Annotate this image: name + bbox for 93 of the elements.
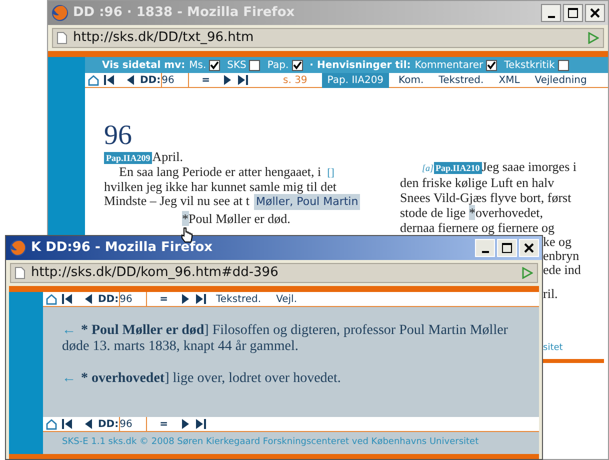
comment-marker[interactable]: * — [182, 211, 188, 226]
text-line: overhovedet, — [475, 205, 543, 220]
minimize-button[interactable] — [541, 4, 561, 22]
text-line: Snees Vild-Gjæs flyve bort, først — [400, 191, 572, 205]
browser-logo-icon — [9, 239, 27, 257]
first-page-icon[interactable] — [62, 294, 72, 304]
text-line: ril. — [543, 286, 558, 301]
maximize-icon — [502, 243, 512, 253]
nav-link[interactable]: XML — [494, 72, 525, 88]
lemma-link[interactable]: * Poul Møller er død — [81, 323, 204, 338]
minimize-icon — [482, 250, 488, 252]
home-icon[interactable] — [88, 74, 99, 86]
reference-tag[interactable]: Pap.IIA209 — [104, 152, 152, 164]
next-icon[interactable] — [181, 294, 191, 304]
comment-text: ← * Poul Møller er død] Filosoffen og digteren, professor Poul Martin Møller døde 13. marts 1838, knapt 44 år gammel. — [62, 323, 509, 355]
equals-link[interactable]: = — [160, 416, 168, 432]
first-page-icon[interactable] — [62, 419, 72, 429]
address-field[interactable]: http://sks.dk/DD/kom_96.htm#dd-396 — [10, 263, 538, 283]
lemma-link[interactable]: * overhovedet — [81, 371, 165, 386]
page-number-field[interactable]: 96 — [118, 292, 147, 306]
text-line: Mindste – Jeg vil nu see at t — [104, 193, 250, 208]
nav-label: DD: — [98, 418, 119, 432]
text-line: den friske kølige Luft en halv — [400, 176, 554, 190]
page-reference: s. 39 — [283, 74, 308, 88]
checkbox[interactable] — [558, 60, 569, 70]
tooltip: Møller, Poul Martin — [254, 194, 360, 210]
footer-text: sitet — [543, 343, 563, 353]
text-line: hvilken jeg ikke har kunnet samle mig til det — [104, 179, 337, 194]
checkbox[interactable] — [292, 60, 303, 70]
previous-icon[interactable] — [125, 75, 135, 85]
option-label: Tekstkritik — [504, 58, 555, 72]
home-icon[interactable] — [46, 418, 57, 430]
option-label: Ms. — [189, 58, 206, 72]
last-page-icon[interactable] — [196, 294, 206, 304]
note-link[interactable]: [a] — [422, 163, 434, 173]
browser-logo-icon — [51, 4, 69, 22]
text-line: En saa lang Periode er atter hengaaet, i — [119, 164, 322, 179]
nav-link[interactable]: Tekstred. — [211, 292, 266, 306]
comment-marker[interactable]: * — [468, 205, 476, 220]
option-label: SKS — [227, 58, 246, 72]
close-icon — [524, 243, 534, 253]
text-line: Jeg saae imorges i — [482, 159, 576, 174]
previous-icon[interactable] — [83, 294, 93, 304]
window-title: DD :96 · 1838 - Mozilla Firefox — [73, 4, 296, 22]
nav-link[interactable]: Vejl. — [271, 292, 302, 306]
text-line: Poul Møller er død. — [188, 211, 290, 226]
previous-icon[interactable] — [83, 419, 93, 429]
close-button[interactable] — [585, 4, 605, 22]
nav-link[interactable]: Tekstred. — [434, 72, 489, 88]
text-line: ke og — [543, 234, 572, 249]
close-icon — [590, 8, 600, 18]
nav-link[interactable]: Kom. — [394, 72, 429, 88]
pages-label: Vis sidetal mv: — [102, 58, 186, 72]
checkbox[interactable] — [249, 60, 260, 70]
hand-cursor-icon — [181, 227, 193, 243]
footer-text: SKS-E 1.1 sks.dk © 2008 Søren Kierkegaard Forskningscenteret ved Københavns Universitet — [62, 436, 479, 450]
option-label: Kommentarer — [414, 58, 484, 72]
entry-heading: April. — [152, 149, 183, 164]
last-page-icon[interactable] — [238, 75, 248, 85]
page-icon — [15, 267, 25, 279]
nav-link[interactable]: Pap. IIA209 — [322, 72, 389, 88]
checkbox[interactable] — [486, 60, 498, 70]
url-text: http://sks.dk/DD/kom_96.htm#dd-396 — [31, 264, 280, 282]
minimize-icon — [548, 16, 554, 18]
nav-label: DD: — [98, 292, 119, 306]
references-label: · Henvisninger til: — [310, 58, 411, 72]
maximize-button[interactable] — [563, 4, 583, 22]
page-number-field[interactable]: 96 — [118, 417, 147, 431]
entry-number: 96 — [104, 124, 132, 148]
window-title: K DD:96 - Mozilla Firefox — [31, 239, 214, 258]
nav-link[interactable]: Vejledning — [530, 72, 592, 88]
text-line: stode de lige — [400, 205, 467, 220]
first-page-icon[interactable] — [104, 75, 114, 85]
nav-label: DD: — [140, 74, 161, 88]
note-link[interactable]: [] — [327, 167, 334, 179]
last-page-icon[interactable] — [196, 419, 206, 429]
next-icon[interactable] — [181, 419, 191, 429]
equals-link[interactable]: = — [202, 72, 210, 88]
text-line: dernaa fiernere og fiernere og — [400, 221, 554, 235]
option-label: Pap. — [267, 58, 289, 72]
maximize-icon — [568, 8, 578, 18]
address-field[interactable]: http://sks.dk/DD/txt_96.htm — [52, 28, 604, 48]
checkbox[interactable] — [209, 60, 220, 70]
comment-text: ← * overhovedet] lige over, lodret over hovedet. — [62, 371, 342, 387]
next-icon[interactable] — [223, 75, 233, 85]
text-line: ede ind — [543, 262, 581, 277]
url-text: http://sks.dk/DD/txt_96.htm — [73, 29, 255, 48]
text-line: enbryn — [543, 248, 580, 263]
home-icon[interactable] — [46, 294, 57, 304]
page-number-field[interactable]: 96 — [160, 73, 189, 87]
page-icon — [57, 32, 67, 44]
equals-link[interactable]: = — [160, 292, 168, 306]
reference-tag[interactable]: Pap.IIA210 — [434, 162, 482, 174]
